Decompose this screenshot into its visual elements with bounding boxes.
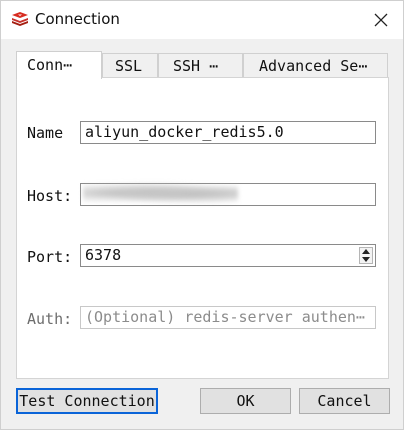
tab-connection[interactable]: Conn⋯ [16, 51, 102, 79]
close-button[interactable] [359, 1, 403, 39]
spin-up-icon[interactable] [360, 248, 372, 255]
connection-dialog: Connection Conn⋯ SSL SSH ⋯ Advanced Se⋯ … [0, 0, 404, 430]
tab-advanced-settings[interactable]: Advanced Se⋯ [243, 53, 388, 77]
auth-input[interactable]: (Optional) redis-server authen⋯ [80, 306, 376, 329]
port-label: Port: [27, 248, 73, 266]
tab-ssh[interactable]: SSH ⋯ [158, 53, 243, 77]
close-icon [374, 13, 388, 27]
name-label: Name [27, 124, 64, 142]
redis-logo-icon [12, 12, 28, 26]
redacted-host-blur [83, 181, 238, 205]
title-bar[interactable]: Connection [1, 1, 403, 39]
name-input[interactable]: aliyun_docker_redis5.0 [80, 121, 376, 144]
port-spinbox[interactable]: 6378 [80, 244, 376, 267]
port-value: 6378 [85, 246, 122, 264]
ok-button[interactable]: OK [200, 388, 291, 414]
window-title: Connection [35, 10, 120, 28]
auth-label: Auth: [27, 310, 73, 328]
tab-ssl[interactable]: SSL [102, 53, 158, 77]
port-spin-buttons[interactable] [359, 247, 373, 264]
spin-down-icon[interactable] [360, 256, 372, 263]
test-connection-button[interactable]: Test Connection [16, 388, 158, 414]
tab-bar: Conn⋯ SSL SSH ⋯ Advanced Se⋯ [16, 51, 388, 79]
host-label: Host: [27, 187, 73, 205]
cancel-button[interactable]: Cancel [299, 388, 390, 414]
